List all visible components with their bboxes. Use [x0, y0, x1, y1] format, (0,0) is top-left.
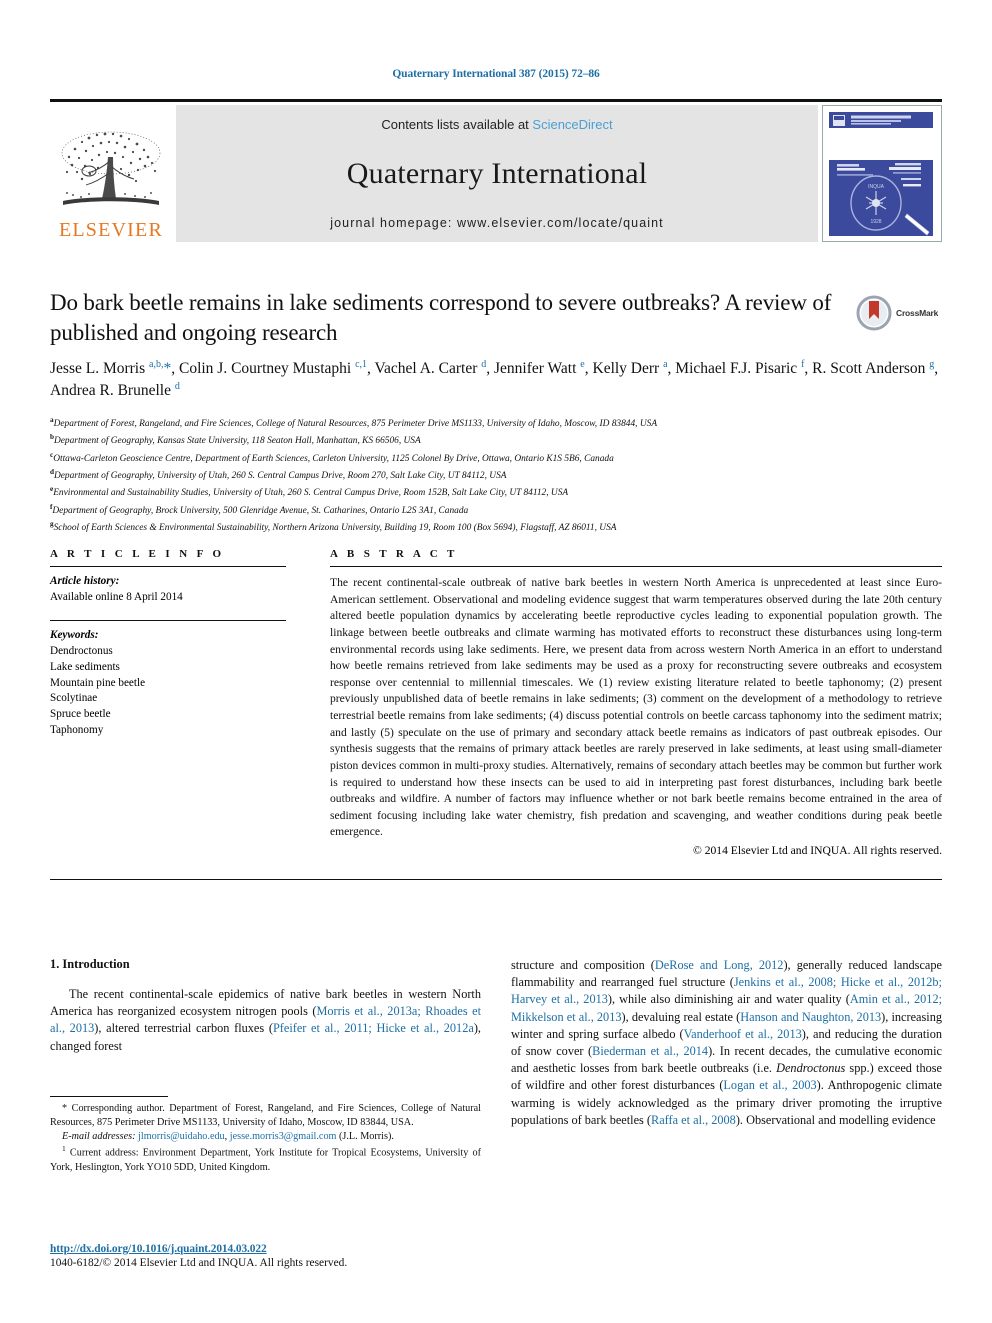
paper-page: Quaternary International 387 (2015) 72–8… [0, 0, 992, 1323]
affiliation-item: bDepartment of Geography, Kansas State U… [50, 432, 942, 449]
keyword-item: Lake sediments [50, 660, 120, 673]
footnote-current-address: 1 Current address: Environment Departmen… [50, 1144, 481, 1173]
affiliation-text: School of Earth Sciences & Environmental… [53, 523, 617, 534]
contents-line: Contents lists available at ScienceDirec… [381, 117, 612, 132]
journal-title: Quaternary International [346, 157, 648, 190]
divider [50, 879, 942, 880]
svg-text:INQUA: INQUA [868, 184, 885, 190]
sciencedirect-link[interactable]: ScienceDirect [532, 117, 612, 132]
affiliation-text: Environmental and Sustainability Studies… [53, 488, 569, 499]
article-info-heading: A R T I C L E I N F O [50, 548, 225, 560]
article-history-block: Article history: Available online 8 Apri… [50, 567, 286, 606]
elsevier-logo: ELSEVIER [50, 105, 172, 242]
info-abstract-region: A R T I C L E I N F O Article history: A… [50, 548, 942, 880]
affiliation-text: Department of Geography, Kansas State Un… [54, 436, 421, 447]
keyword-item: Spruce beetle [50, 708, 111, 721]
affiliation-item: gSchool of Earth Sciences & Environmenta… [50, 519, 942, 536]
running-head: Quaternary International 387 (2015) 72–8… [392, 68, 600, 80]
title-block: Do bark beetle remains in lake sediments… [50, 288, 942, 348]
crossmark-icon [856, 295, 892, 331]
article-info-column: A R T I C L E I N F O Article history: A… [50, 548, 286, 857]
doi-link[interactable]: http://dx.doi.org/10.1016/j.quaint.2014.… [50, 1243, 481, 1255]
journal-masthead: ELSEVIER Contents lists available at Sci… [50, 99, 942, 242]
elsevier-wordmark: ELSEVIER [58, 219, 164, 241]
keyword-item: Taphonomy [50, 724, 104, 737]
page-title: Do bark beetle remains in lake sediments… [50, 290, 832, 345]
journal-homepage-link[interactable]: journal homepage: www.elsevier.com/locat… [330, 216, 664, 230]
footnote-divider [50, 1096, 168, 1097]
affiliation-text: Department of Forest, Rangeland, and Fir… [53, 419, 658, 430]
keyword-item: Dendroctonus [50, 644, 113, 657]
affiliation-list: aDepartment of Forest, Rangeland, and Fi… [50, 415, 942, 537]
article-history-value: Available online 8 April 2014 [50, 590, 183, 603]
intro-paragraph-left: The recent continental-scale epidemics o… [50, 987, 481, 1053]
intro-paragraph-right: structure and composition (DeRose and Lo… [511, 958, 943, 1127]
author-list: Jesse L. Morris a,b,*, Colin J. Courtney… [50, 359, 939, 400]
journal-cover-thumbnail: INQUA 1928 [822, 105, 942, 242]
svg-text:1928: 1928 [870, 219, 881, 225]
affiliation-item: cOttawa-Carleton Geoscience Centre, Depa… [50, 450, 942, 467]
abstract-heading: A B S T R A C T [330, 548, 458, 560]
abstract-column: A B S T R A C T The recent continental-s… [330, 548, 942, 857]
affiliation-text: Department of Geography, Brock Universit… [52, 505, 469, 516]
footnote-email-addresses: E-mail addresses: jlmorris@uidaho.edu, j… [62, 1131, 394, 1143]
affiliation-text: Ottawa-Carleton Geoscience Centre, Depar… [53, 453, 614, 464]
section-heading-introduction: 1. Introduction [50, 957, 130, 971]
contents-prefix: Contents lists available at [381, 117, 533, 132]
crossmark-label: CrossMark [896, 308, 939, 318]
doi-block: http://dx.doi.org/10.1016/j.quaint.2014.… [50, 1243, 481, 1269]
footnote-block: * Corresponding author. Department of Fo… [50, 1096, 481, 1175]
crossmark-badge[interactable]: CrossMark [856, 292, 942, 334]
affiliation-text: Department of Geography, University of U… [54, 471, 507, 482]
keywords-label: Keywords: [50, 628, 99, 641]
elsevier-tree-icon [61, 131, 161, 205]
affiliation-item: fDepartment of Geography, Brock Universi… [50, 502, 942, 519]
body-column-right: structure and composition (DeRose and Lo… [511, 957, 942, 1129]
keyword-item: Mountain pine beetle [50, 676, 146, 689]
journal-cover-art: INQUA 1928 [823, 106, 939, 241]
abstract-text: The recent continental-scale outbreak of… [330, 576, 942, 839]
issn-copyright-line: 1040-6182/© 2014 Elsevier Ltd and INQUA.… [50, 1257, 348, 1269]
affiliation-item: aDepartment of Forest, Rangeland, and Fi… [50, 415, 942, 432]
abstract-copyright: © 2014 Elsevier Ltd and INQUA. All right… [692, 844, 942, 857]
journal-band: Contents lists available at ScienceDirec… [176, 105, 818, 242]
keyword-item: Scolytinae [50, 692, 98, 705]
article-history-label: Article history: [50, 575, 120, 587]
keywords-block: Keywords: Dendroctonus Lake sediments Mo… [50, 621, 286, 739]
footnote-corresponding-author: * Corresponding author. Department of Fo… [50, 1103, 481, 1129]
affiliation-item: eEnvironmental and Sustainability Studie… [50, 484, 942, 501]
affiliation-item: dDepartment of Geography, University of … [50, 467, 942, 484]
